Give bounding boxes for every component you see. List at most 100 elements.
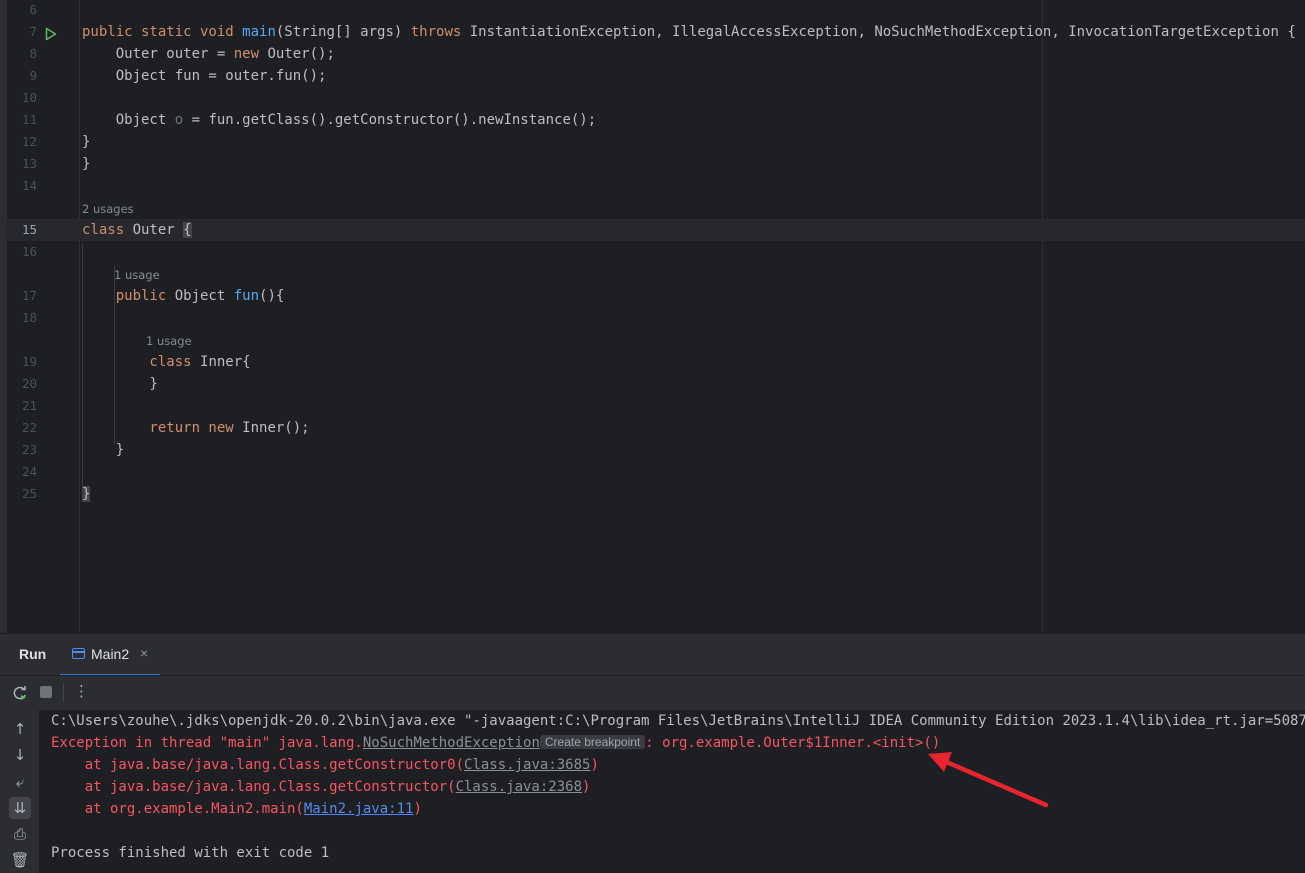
line-number[interactable]: 14 — [7, 175, 37, 197]
down-arrow-icon[interactable]: ↓ — [9, 744, 31, 766]
stack-frame-text: at java.base/java.lang.Class.getConstruc… — [51, 779, 456, 795]
run-panel-title[interactable]: Run — [19, 646, 46, 662]
up-arrow-icon[interactable]: ↑ — [9, 718, 31, 740]
code-line[interactable]: 6 — [7, 0, 1305, 21]
code-text: Object fun = outer.fun(); — [82, 65, 327, 87]
close-icon[interactable]: × — [140, 645, 148, 661]
line-number[interactable]: 15 — [7, 219, 37, 241]
code-line[interactable]: 24 — [7, 461, 1305, 483]
code-editor[interactable]: 6 7 public static void main(String[] args)… — [0, 0, 1305, 633]
run-gutter-icon[interactable] — [45, 27, 57, 41]
code-line[interactable]: 15 class Outer { — [7, 219, 1305, 241]
code-token: { — [183, 222, 192, 238]
scroll-to-end-icon[interactable]: ⇊ — [9, 797, 31, 819]
code-text: } — [82, 373, 157, 395]
code-token: Outer outer = — [82, 46, 234, 62]
code-text: return new Inner(); — [82, 417, 309, 439]
line-number[interactable]: 11 — [7, 109, 37, 131]
code-token: (){ — [259, 288, 285, 304]
code-line[interactable]: 23 } — [7, 439, 1305, 461]
usages-hint-inner[interactable]: 1 usage — [146, 330, 192, 352]
line-number[interactable]: 16 — [7, 241, 37, 263]
tab-main2[interactable]: Main2 × — [60, 634, 160, 676]
exception-prefix: Exception in thread "main" java.lang. — [51, 735, 363, 751]
code-line[interactable]: 19 class Inner{ — [7, 351, 1305, 373]
line-number[interactable]: 20 — [7, 373, 37, 395]
code-text: } — [82, 483, 91, 505]
code-line[interactable]: 21 — [7, 395, 1305, 417]
stack-frame-link[interactable]: Main2.java:11 — [304, 801, 414, 817]
code-text: Outer outer = new Outer(); — [82, 43, 335, 65]
stack-frame-line: at java.base/java.lang.Class.getConstruc… — [51, 754, 599, 776]
line-number[interactable]: 8 — [7, 43, 37, 65]
code-line[interactable]: 11 Object o = fun.getClass().getConstruc… — [7, 109, 1305, 131]
code-line[interactable]: 7 public static void main(String[] args) … — [7, 21, 1305, 43]
code-token: class — [82, 222, 133, 238]
line-number[interactable]: 17 — [7, 285, 37, 307]
code-token: fun — [233, 288, 260, 304]
code-line[interactable]: 22 return new Inner(); — [7, 417, 1305, 439]
code-line[interactable]: 13} — [7, 153, 1305, 175]
code-text: Object o = fun.getClass().getConstructor… — [82, 109, 596, 131]
code-line[interactable]: 20 } — [7, 373, 1305, 395]
code-token: class — [82, 354, 201, 370]
code-token: Object fun = outer.fun(); — [82, 68, 327, 84]
stack-frame-text: at java.base/java.lang.Class.getConstruc… — [51, 757, 465, 773]
code-line[interactable]: 8 Outer outer = new Outer(); — [7, 43, 1305, 65]
code-text: } — [82, 153, 90, 175]
code-text: } — [82, 131, 90, 153]
more-icon[interactable]: ⋮ — [74, 682, 89, 700]
code-text: class Outer { — [82, 219, 192, 241]
print-icon[interactable]: ⎙ — [9, 823, 31, 845]
code-line[interactable]: 17 public Object fun(){ — [7, 285, 1305, 307]
line-number[interactable]: 12 — [7, 131, 37, 153]
code-text: class Inner{ — [82, 351, 250, 373]
line-number[interactable]: 9 — [7, 65, 37, 87]
stack-frame-line: at java.base/java.lang.Class.getConstruc… — [51, 776, 591, 798]
line-number[interactable]: 22 — [7, 417, 37, 439]
code-token: Object — [174, 288, 234, 304]
code-line[interactable]: 18 — [7, 307, 1305, 329]
code-token: throws — [410, 24, 470, 40]
code-line[interactable]: 10 — [7, 87, 1305, 109]
line-number[interactable]: 13 — [7, 153, 37, 175]
line-number[interactable]: 7 — [7, 21, 37, 43]
line-number[interactable]: 18 — [7, 307, 37, 329]
usages-hint-outer[interactable]: 2 usages — [82, 198, 134, 220]
rerun-icon[interactable] — [12, 685, 28, 701]
line-number[interactable]: 21 — [7, 395, 37, 417]
line-number[interactable]: 23 — [7, 439, 37, 461]
line-number[interactable]: 25 — [7, 483, 37, 505]
line-number[interactable]: 6 — [7, 0, 37, 21]
trash-icon[interactable]: 🗑 — [9, 849, 31, 871]
code-line[interactable]: 14 — [7, 175, 1305, 197]
console-side-toolbar: ↑ ↓ ⤶ ⇊ ⎙ 🗑 — [0, 710, 39, 873]
soft-wrap-icon[interactable]: ⤶ — [9, 771, 31, 793]
stop-icon[interactable] — [40, 686, 52, 698]
code-line[interactable]: 12} — [7, 131, 1305, 153]
line-number[interactable]: 24 — [7, 461, 37, 483]
usages-hint-fun[interactable]: 1 usage — [114, 264, 160, 286]
code-token: } — [82, 156, 91, 172]
code-token: main — [242, 24, 276, 40]
stack-frame-link[interactable]: Class.java:3685 — [464, 757, 590, 773]
line-number[interactable]: 19 — [7, 351, 37, 373]
line-number[interactable]: 10 — [7, 87, 37, 109]
code-line[interactable]: 16 — [7, 241, 1305, 263]
stack-frame-link[interactable]: Class.java:2368 — [456, 779, 582, 795]
code-line[interactable]: 9 Object fun = outer.fun(); — [7, 65, 1305, 87]
create-breakpoint-button[interactable]: Create breakpoint — [539, 735, 646, 749]
code-token: Object — [82, 112, 175, 128]
stack-frame-suffix: ) — [413, 801, 422, 817]
code-token: public — [82, 288, 175, 304]
code-line[interactable]: 25} — [7, 483, 1305, 505]
console-output[interactable]: C:\Users\zouhe\.jdks\openjdk-20.0.2\bin\… — [39, 710, 1305, 873]
stack-frame-text: at org.example.Main2.main( — [51, 801, 304, 817]
code-text: public Object fun(){ — [82, 285, 285, 307]
code-token: } — [82, 442, 125, 458]
code-token: InstantiationException, IllegalAccessExc… — [469, 24, 1296, 40]
code-token: } — [82, 486, 91, 502]
stack-frame-line: at org.example.Main2.main(Main2.java:11) — [51, 798, 422, 820]
exception-class-link[interactable]: NoSuchMethodException — [363, 735, 540, 751]
code-token: Outer — [132, 222, 184, 238]
